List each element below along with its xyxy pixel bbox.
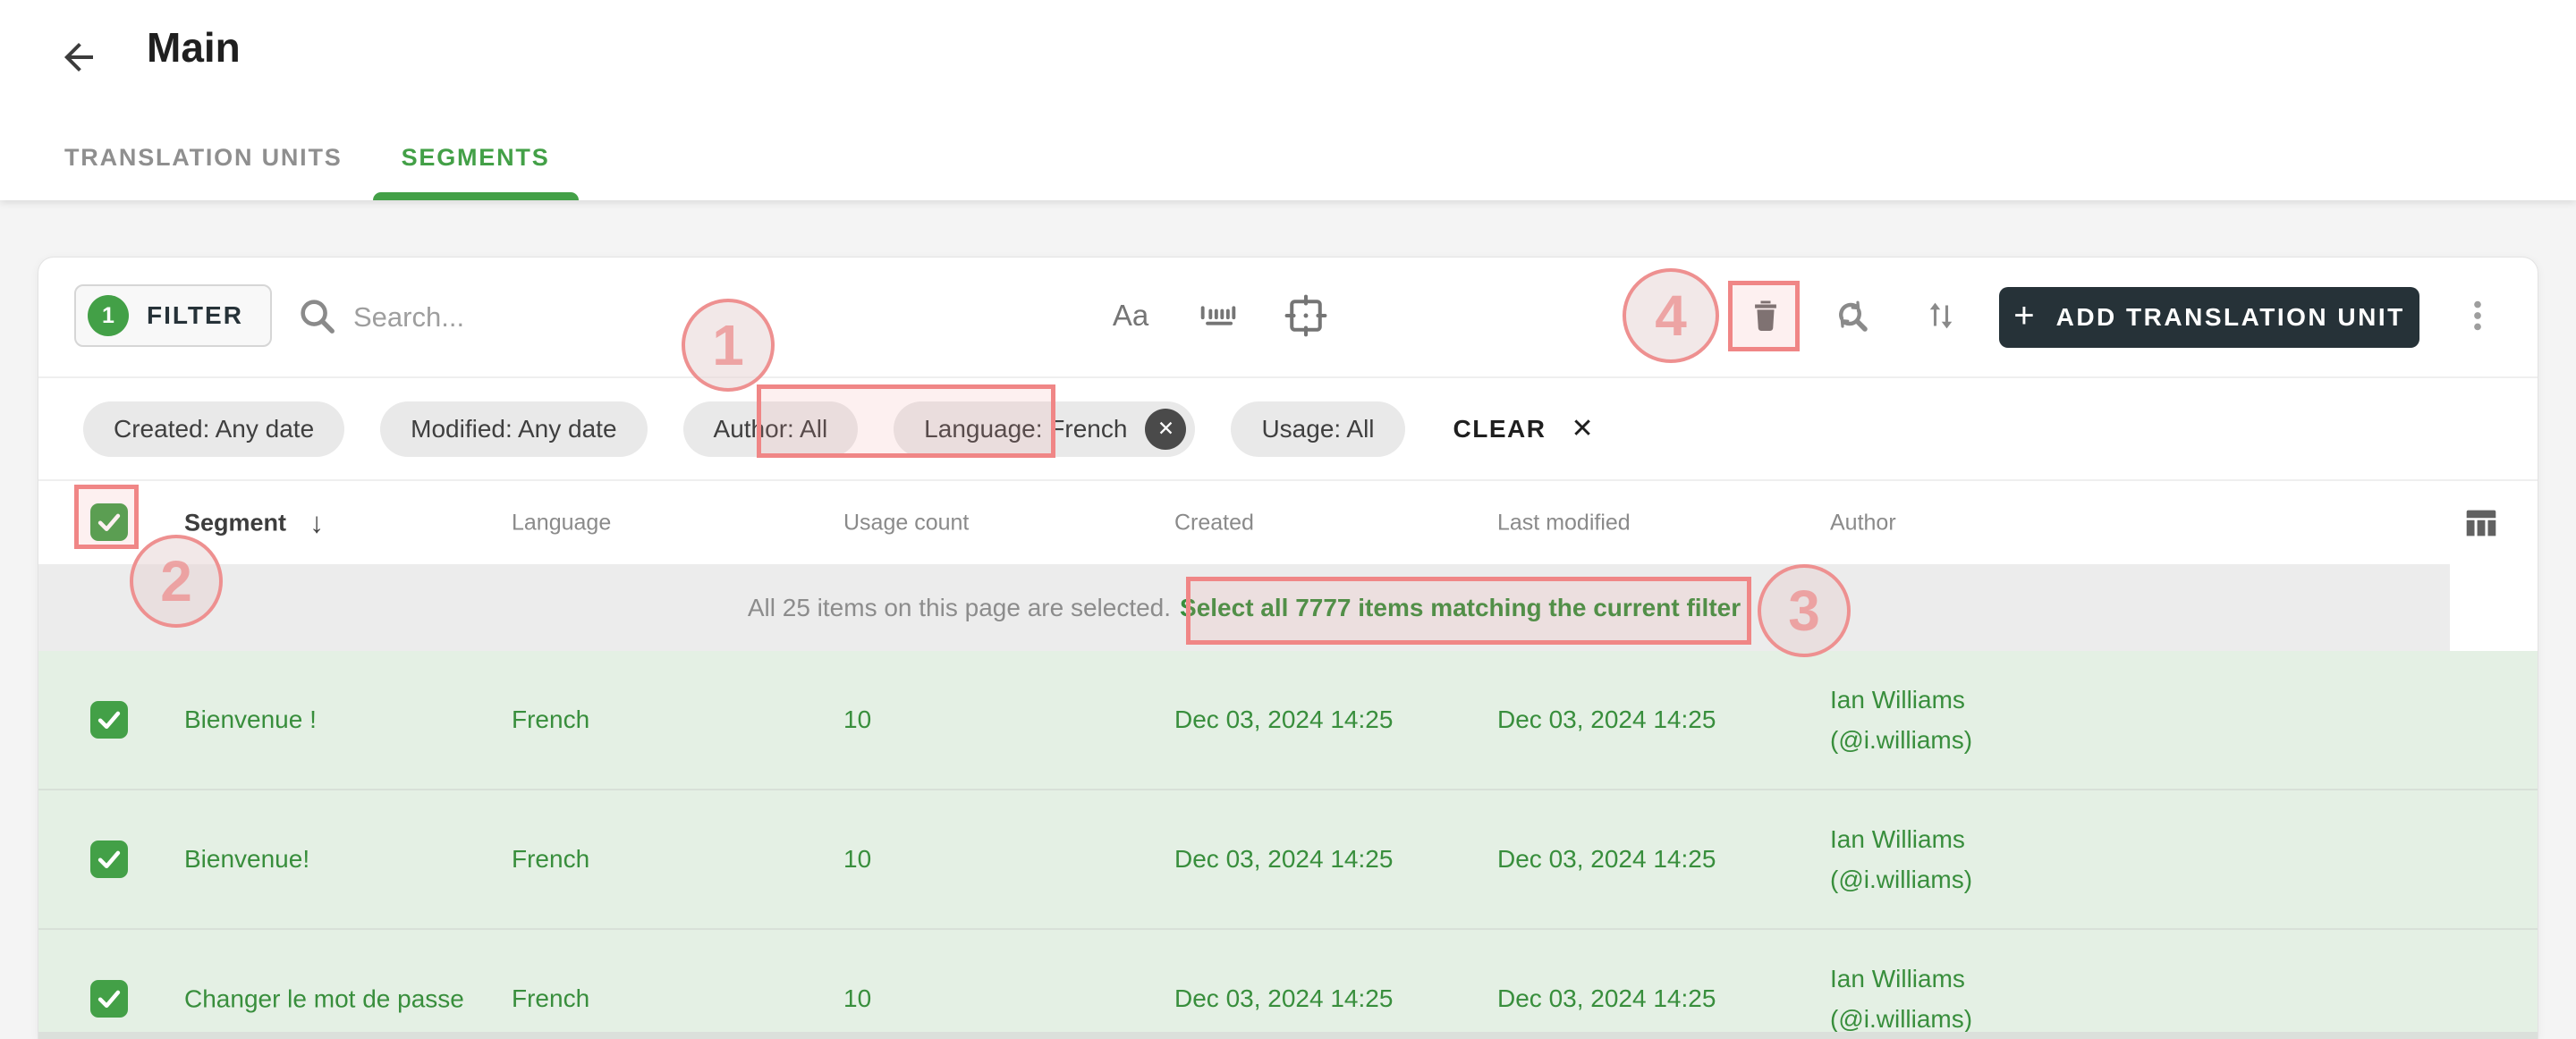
column-settings-button[interactable] xyxy=(2459,501,2504,545)
segments-card: 1 FILTER Aa xyxy=(38,257,2538,1039)
cell-segment: Changer le mot de passe xyxy=(184,984,464,1013)
cell-usage-count: 10 xyxy=(843,984,872,1012)
cell-last-modified: Dec 03, 2024 14:25 xyxy=(1497,984,1716,1012)
cell-created: Dec 03, 2024 14:25 xyxy=(1174,845,1394,873)
cell-segment: Bienvenue! xyxy=(184,845,310,873)
exact-match-icon[interactable] xyxy=(1280,290,1332,342)
match-case-icon[interactable]: Aa xyxy=(1105,290,1157,342)
cell-author: Ian Williams (@i.williams) xyxy=(1830,686,1973,754)
column-header-segment[interactable]: Segment ↓ xyxy=(184,506,324,539)
row-checkbox[interactable] xyxy=(90,980,128,1018)
refresh-icon xyxy=(1830,294,1873,337)
banner-corner-cell xyxy=(2450,564,2538,651)
cell-created: Dec 03, 2024 14:25 xyxy=(1174,984,1394,1012)
segments-page: Main TRANSLATION UNITS SEGMENTS 1 FILTER xyxy=(0,0,2576,1039)
whole-word-icon[interactable] xyxy=(1192,290,1244,342)
cell-author: Ian Williams (@i.williams) xyxy=(1830,965,1973,1033)
selection-banner: All 25 items on this page are selected. … xyxy=(38,564,2538,651)
check-icon xyxy=(94,507,124,537)
cell-last-modified: Dec 03, 2024 14:25 xyxy=(1497,705,1716,733)
add-translation-unit-button[interactable]: + ADD TRANSLATION UNIT xyxy=(1999,287,2419,348)
kebab-icon xyxy=(2457,295,2498,336)
sort-order-button[interactable] xyxy=(1913,288,1969,343)
column-header-author[interactable]: Author xyxy=(1830,510,1896,536)
selection-banner-text: All 25 items on this page are selected. … xyxy=(38,564,2450,651)
table-row[interactable]: Bienvenue ! French 10 Dec 03, 2024 14:25… xyxy=(38,651,2538,790)
refresh-search-button[interactable] xyxy=(1824,288,1879,343)
chip-modified[interactable]: Modified: Any date xyxy=(380,401,648,457)
active-tab-indicator xyxy=(372,192,579,200)
chip-author[interactable]: Author: All xyxy=(682,401,859,457)
back-button[interactable] xyxy=(55,34,102,80)
cell-usage-count: 10 xyxy=(843,845,872,873)
trash-icon xyxy=(1746,296,1785,335)
sort-desc-icon: ↓ xyxy=(309,506,325,538)
arrows-up-down-icon xyxy=(1920,295,1962,336)
toolbar: 1 FILTER Aa xyxy=(38,258,2538,378)
column-header-language[interactable]: Language xyxy=(512,510,611,536)
table-columns-icon xyxy=(2461,503,2502,544)
check-icon xyxy=(94,984,124,1014)
select-all-matching-link[interactable]: Select all 7777 items matching the curre… xyxy=(1180,594,1741,622)
search-icon xyxy=(296,295,337,336)
more-options-button[interactable] xyxy=(2450,288,2505,343)
table-row[interactable]: Changer le mot de passe French 10 Dec 03… xyxy=(38,930,2538,1039)
table-header-row: Segment ↓ Language Usage count Created L… xyxy=(38,481,2538,564)
column-header-last-modified[interactable]: Last modified xyxy=(1497,510,1631,536)
arrow-left-icon xyxy=(57,36,100,79)
search-input[interactable] xyxy=(353,290,738,345)
chip-usage[interactable]: Usage: All xyxy=(1231,401,1405,457)
table-bottom-divider xyxy=(38,1032,2538,1039)
column-header-usage-count[interactable]: Usage count xyxy=(843,510,969,536)
delete-button[interactable] xyxy=(1738,288,1793,343)
chip-created[interactable]: Created: Any date xyxy=(83,401,345,457)
check-icon xyxy=(94,705,124,735)
plus-icon: + xyxy=(2013,296,2035,335)
close-icon: ✕ xyxy=(1571,414,1596,443)
chip-language[interactable]: Language: French ✕ xyxy=(894,401,1196,457)
tab-bar: TRANSLATION UNITS SEGMENTS xyxy=(64,144,579,200)
tab-segments[interactable]: SEGMENTS xyxy=(372,144,579,200)
tab-translation-units[interactable]: TRANSLATION UNITS xyxy=(64,144,343,200)
cell-language: French xyxy=(512,845,590,873)
table-row[interactable]: Bienvenue! French 10 Dec 03, 2024 14:25 … xyxy=(38,790,2538,930)
cell-usage-count: 10 xyxy=(843,705,872,733)
cell-segment: Bienvenue ! xyxy=(184,705,317,733)
select-all-checkbox[interactable] xyxy=(90,503,128,541)
cell-author: Ian Williams (@i.williams) xyxy=(1830,825,1973,893)
page-header: Main TRANSLATION UNITS SEGMENTS xyxy=(0,0,2576,200)
cell-language: French xyxy=(512,984,590,1012)
column-header-created[interactable]: Created xyxy=(1174,510,1254,536)
filter-chips-row: Created: Any date Modified: Any date Aut… xyxy=(38,378,2538,481)
cell-language: French xyxy=(512,705,590,733)
filter-button[interactable]: 1 FILTER xyxy=(74,284,272,347)
filter-count-badge: 1 xyxy=(88,295,129,336)
clear-filters-button[interactable]: CLEAR ✕ xyxy=(1453,413,1596,444)
row-checkbox[interactable] xyxy=(90,840,128,878)
row-checkbox[interactable] xyxy=(90,701,128,739)
remove-language-filter-icon[interactable]: ✕ xyxy=(1145,408,1187,450)
check-icon xyxy=(94,844,124,874)
cell-last-modified: Dec 03, 2024 14:25 xyxy=(1497,845,1716,873)
cell-created: Dec 03, 2024 14:25 xyxy=(1174,705,1394,733)
page-title: Main xyxy=(147,24,241,71)
